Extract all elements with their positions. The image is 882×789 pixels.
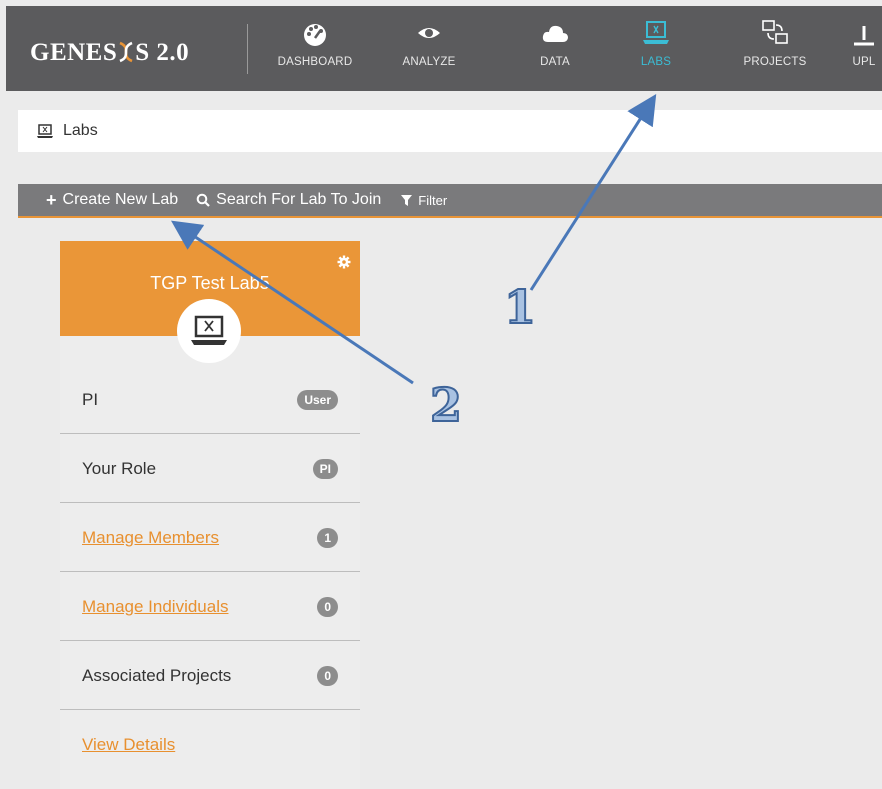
nav-analyze[interactable]: ANALYZE [389,18,469,70]
nav-data[interactable]: DATA [515,18,595,70]
associated-projects-label: Associated Projects [82,665,232,685]
search-icon [196,193,210,207]
nav-data-label: DATA [540,56,570,68]
nav-projects-label: PROJECTS [743,56,807,68]
individuals-count-badge: 0 [317,596,338,617]
your-role-label: Your Role [82,458,157,478]
lab-row-your-role: Your Role PI [60,435,360,503]
nav-dashboard[interactable]: DASHBOARD [275,18,355,70]
app-logo[interactable]: GENES S 2.0 [30,39,189,67]
filter-button[interactable]: Filter [401,193,447,208]
create-new-lab-button[interactable]: + Create New Lab [46,190,178,211]
filter-label: Filter [418,192,448,208]
labs-toolbar: + Create New Lab Search For Lab To Join … [18,184,882,218]
laptop-dna-icon [191,315,227,345]
plus-icon: + [46,189,57,210]
breadcrumb: Labs [18,110,882,152]
lab-card-title[interactable]: TGP Test Lab5 [60,273,360,294]
nav-analyze-label: ANALYZE [402,56,456,68]
projects-count-badge: 0 [317,665,338,686]
nav-projects[interactable]: PROJECTS [735,18,815,70]
annotation-marker-1: 1 [503,280,537,334]
projects-icon [762,20,788,44]
nav-dashboard-label: DASHBOARD [277,56,353,68]
upload-icon [854,26,874,46]
laptop-dna-icon [643,21,669,44]
annotation-marker-2: 2 [429,378,463,432]
search-lab-label: Search For Lab To Join [216,191,382,208]
search-lab-button[interactable]: Search For Lab To Join [196,191,381,209]
laptop-icon [37,124,53,138]
nav-labs[interactable]: LABS [616,18,696,70]
cloud-icon [542,25,568,42]
lab-card-header: TGP Test Lab5 [60,241,360,363]
view-details-link[interactable]: View Details [82,735,175,755]
members-count-badge: 1 [317,527,338,548]
lab-card: TGP Test Lab5 PI User Your Role PI Manag… [60,241,360,789]
nav-upload-label: UPL [852,56,876,68]
lab-row-pi: PI User [60,366,360,434]
create-new-lab-label: Create New Lab [62,191,179,208]
speedometer-icon [304,24,326,46]
your-role-badge: PI [312,458,338,479]
gear-icon[interactable] [337,255,351,269]
lab-avatar [177,299,241,363]
manage-individuals-link[interactable]: Manage Individuals [82,597,228,617]
lab-row-associated-projects: Associated Projects 0 [60,642,360,710]
lab-row-view-details: View Details [60,711,360,779]
helix-icon [119,41,133,63]
nav-upload[interactable]: UPL [824,18,882,70]
pi-label: PI [82,389,99,409]
lab-row-manage-members: Manage Members 1 [60,504,360,572]
pi-badge: User [297,389,338,410]
lab-row-manage-individuals: Manage Individuals 0 [60,573,360,641]
filter-icon [401,194,413,206]
eye-icon [418,28,440,38]
nav-divider [247,24,248,74]
top-nav: GENES S 2.0 DASHBOARD ANALYZE DATA LABS P… [6,6,882,91]
breadcrumb-labs[interactable]: Labs [63,122,98,140]
manage-members-link[interactable]: Manage Members [82,528,219,548]
nav-labs-label: LABS [640,56,672,68]
